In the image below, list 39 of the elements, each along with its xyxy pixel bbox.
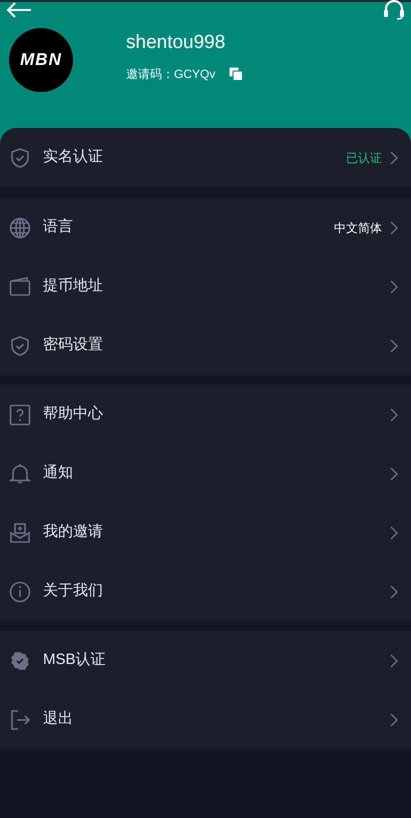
envelope-plus-icon xyxy=(9,522,31,544)
status-value: 中文简体 xyxy=(334,220,382,236)
invite-code-label: 邀请码： xyxy=(126,66,174,84)
username: shentou998 xyxy=(126,30,226,55)
question-box-icon xyxy=(9,404,31,426)
globe-icon xyxy=(9,216,31,238)
chevron-right-icon xyxy=(390,466,399,480)
back-arrow-icon[interactable] xyxy=(6,2,32,18)
menu-item[interactable]: 我的邀请 xyxy=(0,503,411,562)
exit-icon xyxy=(9,708,31,730)
avatar-logo: MBN xyxy=(9,28,73,92)
shield-check-icon xyxy=(9,146,31,168)
chevron-right-icon xyxy=(390,220,399,234)
menu-item[interactable]: 退出 xyxy=(0,690,411,749)
menu-item[interactable]: 通知 xyxy=(0,444,411,503)
chevron-right-icon xyxy=(390,712,399,726)
badge-check-icon xyxy=(9,650,31,672)
shield-check-icon xyxy=(9,334,31,356)
chevron-right-icon xyxy=(390,654,399,668)
menu-item[interactable]: 关于我们 xyxy=(0,562,411,621)
chevron-right-icon xyxy=(390,338,399,352)
menu-item[interactable]: 实名认证 已认证 xyxy=(0,128,411,187)
menu-item[interactable]: 语言 中文简体 xyxy=(0,198,411,257)
status-value: 已认证 xyxy=(346,150,382,166)
wallet-icon xyxy=(9,276,31,298)
headset-icon[interactable] xyxy=(383,0,405,20)
chevron-right-icon xyxy=(390,584,399,598)
invite-code: GCYQv xyxy=(174,66,216,84)
menu-item[interactable]: 提币地址 xyxy=(0,257,411,316)
menu-item[interactable]: MSB认证 xyxy=(0,631,411,690)
chevron-right-icon xyxy=(390,280,399,294)
menu-item[interactable]: 密码设置 xyxy=(0,316,411,375)
copy-icon[interactable] xyxy=(229,67,244,82)
chevron-right-icon xyxy=(390,408,399,422)
chevron-right-icon xyxy=(390,526,399,540)
info-icon xyxy=(9,580,31,602)
menu-item[interactable]: 帮助中心 xyxy=(0,385,411,444)
chevron-right-icon xyxy=(390,150,399,164)
bell-icon xyxy=(9,462,31,484)
